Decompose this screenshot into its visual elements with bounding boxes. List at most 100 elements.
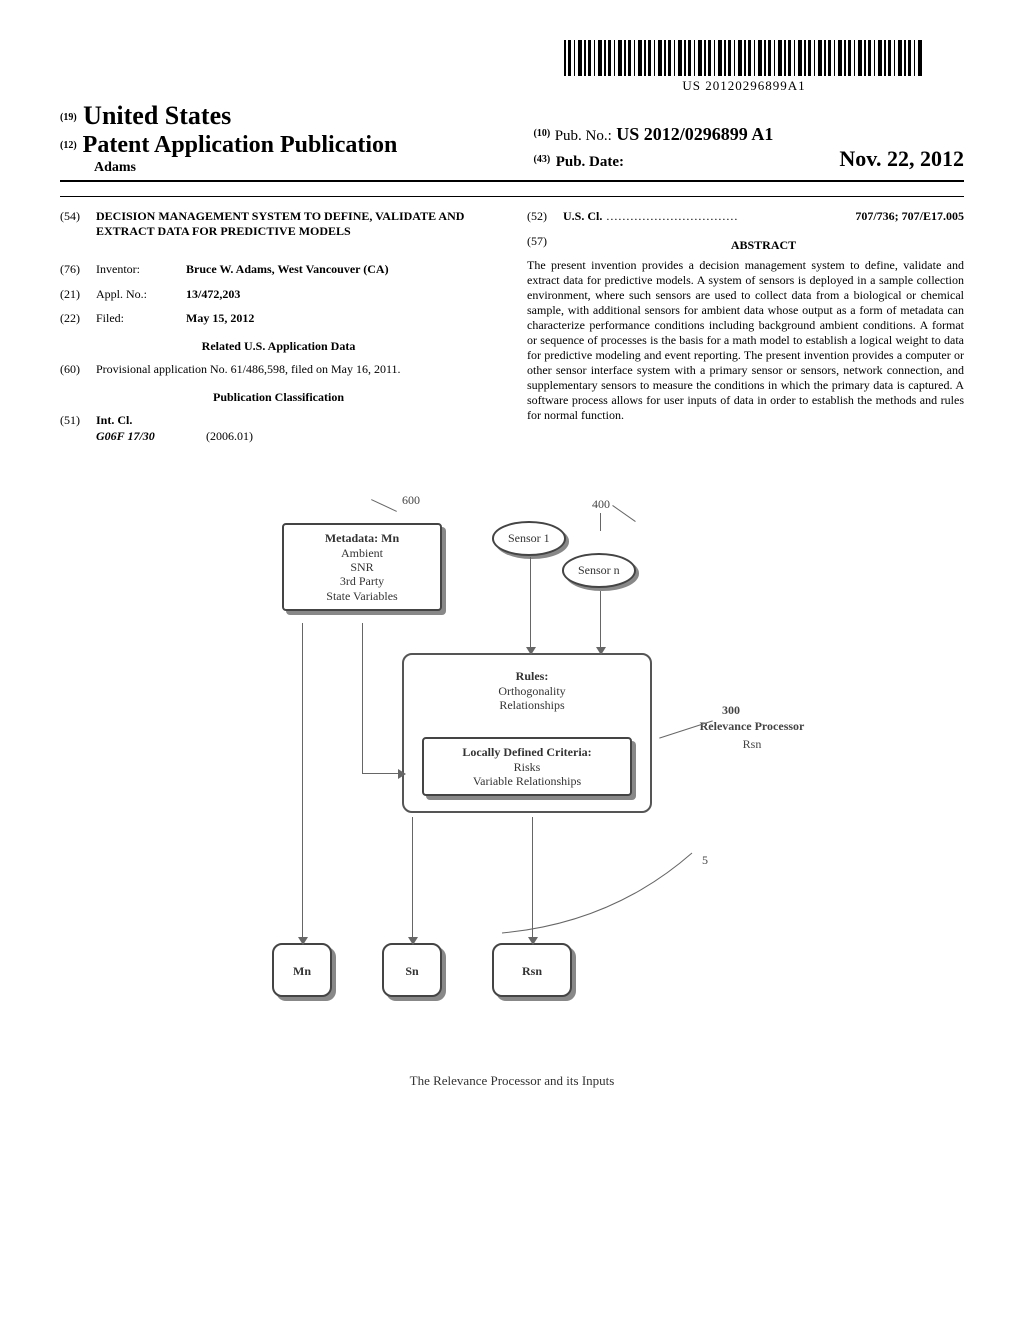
arrow-sensor1-icon	[526, 647, 536, 655]
leader-400	[600, 513, 601, 531]
line-sensorn-down	[600, 591, 601, 649]
document-body: (54) DECISION MANAGEMENT SYSTEM TO DEFIN…	[60, 209, 964, 453]
intcl-row: (51) Int. Cl.	[60, 413, 497, 427]
sensor-n-node: Sensor n	[562, 553, 636, 587]
filed-row: (22) Filed: May 15, 2012	[60, 311, 497, 325]
intcl-value-row: G06F 17/30 (2006.01)	[60, 429, 497, 443]
code-21: (21)	[60, 287, 96, 301]
patent-figure: 600 400 300 350 5 Metadata: Mn Ambient S…	[192, 493, 832, 1053]
sensor-n-label: Sensor n	[578, 563, 620, 577]
line-sensor1-down	[530, 557, 531, 649]
pub-date-label: Pub. Date:	[556, 154, 624, 170]
header-rule	[60, 196, 964, 197]
figure-caption: The Relevance Processor and its Inputs	[60, 1073, 964, 1089]
arrow-metadata-icon	[398, 769, 406, 779]
uscl-label-text: U.S. Cl.	[563, 209, 602, 223]
intcl-spacer	[60, 429, 96, 443]
code-19: (19)	[60, 112, 77, 123]
related-heading: Related U.S. Application Data	[60, 339, 497, 353]
related-text: Provisional application No. 61/486,598, …	[96, 362, 497, 376]
line-s-down	[412, 817, 413, 939]
invention-title: DECISION MANAGEMENT SYSTEM TO DEFINE, VA…	[96, 209, 497, 238]
criteria-line-1: Variable Relationships	[473, 774, 581, 788]
filed-label: Filed:	[96, 311, 186, 325]
uscl-label: U.S. Cl.	[563, 209, 602, 223]
sensor-1-node: Sensor 1	[492, 521, 566, 555]
inventor-label: Inventor:	[96, 262, 186, 276]
code-54: (54)	[60, 209, 96, 252]
arrow-m-icon	[298, 937, 308, 945]
publication-type-line: (12) Patent Application Publication	[60, 131, 534, 160]
fig-label-300: 300	[722, 703, 740, 717]
metadata-title: Metadata: Mn	[325, 531, 399, 545]
barcode-lines-icon	[564, 40, 924, 76]
fig-label-600: 600	[402, 493, 420, 507]
appl-value: 13/472,203	[186, 287, 497, 301]
pub-number-value: US 2012/0296899 A1	[616, 124, 773, 144]
rules-line-0: Orthogonality	[498, 684, 565, 698]
filed-date: May 15, 2012	[186, 311, 254, 325]
arrow-s-icon	[408, 937, 418, 945]
output-m-label: Mn	[293, 964, 311, 978]
code-43: (43)	[534, 154, 551, 165]
fig-label-400: 400	[592, 497, 610, 511]
publication-type: Patent Application Publication	[83, 132, 398, 158]
pubclass-heading: Publication Classification	[60, 390, 497, 404]
output-r-label: Rsn	[522, 964, 542, 978]
abstract-head-row: (57) ABSTRACT	[527, 234, 964, 258]
uscl-dots: .................................	[602, 209, 855, 223]
leader-5-icon	[492, 833, 732, 953]
inventor-name: Bruce W. Adams, West Vancouver (CA)	[186, 262, 389, 276]
rules-line-1: Relationships	[499, 698, 564, 712]
code-57: (57)	[527, 234, 563, 258]
metadata-line-3: State Variables	[326, 589, 397, 603]
code-12: (12)	[60, 140, 77, 151]
line-metadata-right	[362, 773, 400, 774]
intcl-label-text: Int. Cl.	[96, 413, 132, 427]
sensor-1-label: Sensor 1	[508, 531, 550, 545]
title-row: (54) DECISION MANAGEMENT SYSTEM TO DEFIN…	[60, 209, 497, 252]
appl-label: Appl. No.:	[96, 287, 186, 301]
barcode-block: US 20120296899A1	[60, 40, 964, 94]
pub-number-label: Pub. No.:	[555, 128, 612, 144]
criteria-line-0: Risks	[514, 760, 541, 774]
code-76: (76)	[60, 262, 96, 276]
rel-proc-sym: Rsn	[743, 737, 762, 751]
country-name: United States	[83, 101, 231, 130]
pub-date-row: (43) Pub. Date: Nov. 22, 2012	[534, 146, 964, 172]
metadata-box: Metadata: Mn Ambient SNR 3rd Party State…	[282, 523, 442, 611]
inventor-value: Bruce W. Adams, West Vancouver (CA)	[186, 262, 497, 276]
filed-value: May 15, 2012	[186, 311, 497, 325]
output-m-box: Mn	[272, 943, 332, 997]
barcode: US 20120296899A1	[564, 40, 924, 94]
leader-400b	[612, 505, 636, 522]
metadata-line-1: SNR	[350, 560, 373, 574]
line-metadata-down	[362, 623, 363, 773]
header-left: (19) United States (12) Patent Applicati…	[60, 100, 534, 177]
right-column: (52) U.S. Cl. ..........................…	[527, 209, 964, 453]
appl-row: (21) Appl. No.: 13/472,203	[60, 287, 497, 301]
code-52: (52)	[527, 209, 563, 223]
header-right: (10) Pub. No.: US 2012/0296899 A1 (43) P…	[534, 124, 964, 176]
abstract-text: The present invention provides a decisio…	[527, 258, 964, 423]
code-51: (51)	[60, 413, 96, 427]
intcl-class: G06F 17/30	[96, 429, 206, 443]
pub-number-row: (10) Pub. No.: US 2012/0296899 A1	[534, 124, 964, 146]
output-s-box: Sn	[382, 943, 442, 997]
related-row: (60) Provisional application No. 61/486,…	[60, 362, 497, 376]
intcl-label: Int. Cl.	[96, 413, 497, 427]
abstract-label: ABSTRACT	[563, 238, 964, 252]
criteria-title: Locally Defined Criteria:	[462, 745, 591, 759]
country-line: (19) United States	[60, 100, 534, 131]
uscl-value-text: 707/736; 707/E17.005	[855, 209, 964, 223]
rules-box: Rules: Orthogonality Relationships	[452, 663, 612, 718]
code-22: (22)	[60, 311, 96, 325]
criteria-box: Locally Defined Criteria: Risks Variable…	[422, 737, 632, 796]
left-column: (54) DECISION MANAGEMENT SYSTEM TO DEFIN…	[60, 209, 497, 453]
output-s-label: Sn	[405, 964, 418, 978]
metadata-line-2: 3rd Party	[340, 574, 384, 588]
rules-title: Rules:	[516, 669, 549, 683]
author-line: Adams	[60, 160, 534, 177]
leader-600	[371, 499, 397, 512]
intcl-year: (2006.01)	[206, 429, 253, 443]
